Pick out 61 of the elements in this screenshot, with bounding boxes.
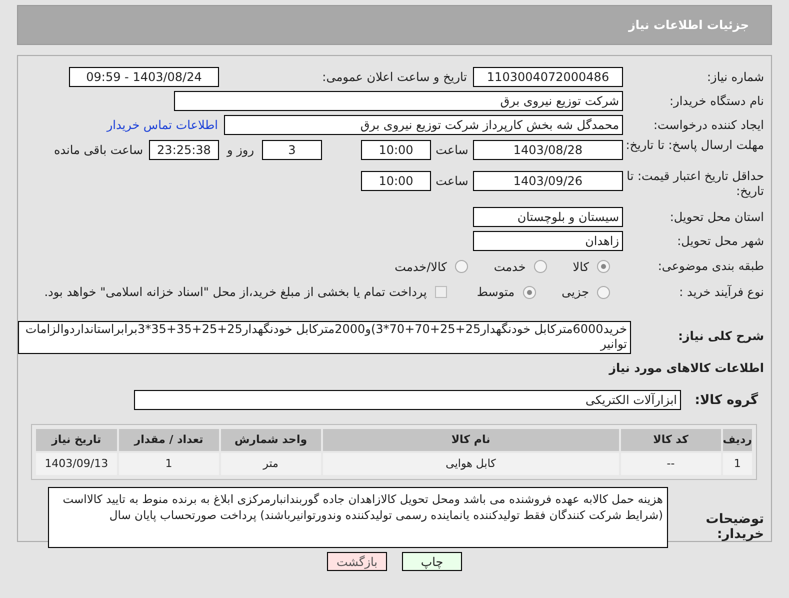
option-label: متوسط bbox=[476, 284, 515, 301]
section-heading: اطلاعات کالاهای مورد نیاز bbox=[609, 360, 764, 377]
description-textarea[interactable]: خرید6000متركابل خودنگهدار25+25+70+70*3)و2000متركابل خودنگهدار25+25+35+35*3برابراستانداردوالزامات توانیر bbox=[18, 321, 631, 354]
text-field[interactable]: 1403/09/26 bbox=[473, 171, 623, 191]
table-cell: 1 bbox=[722, 453, 752, 475]
text-field[interactable]: محمدگل شه بخش کارپرداز شرکت توزیع نیروی برق bbox=[224, 115, 623, 135]
text-field[interactable]: 1103004072000486 bbox=[473, 67, 623, 87]
page-title: جزئیات اطلاعات نیاز bbox=[628, 17, 749, 34]
column-header: تاریخ نیاز bbox=[36, 429, 117, 451]
contact-link[interactable]: اطلاعات تماس خریدار bbox=[106, 116, 218, 134]
column-header: ردیف bbox=[722, 429, 752, 451]
radio-button[interactable] bbox=[597, 286, 610, 298]
table-cell: 1 bbox=[118, 453, 219, 475]
field-label: تاریخ و ساعت اعلان عمومی: bbox=[321, 70, 468, 84]
field-label: نام دستگاه خریدار: bbox=[668, 94, 764, 108]
field-label: استان محل تحویل: bbox=[668, 210, 764, 224]
text-field[interactable]: ابزارآلات الکتریکی bbox=[134, 390, 681, 410]
column-header: تعداد / مقدار bbox=[118, 429, 219, 451]
field-label: شماره نیاز: bbox=[706, 70, 764, 84]
field-label: ایجاد کننده درخواست: bbox=[652, 118, 764, 132]
field-text: پرداخت تمام یا بخشی از مبلغ خرید،از محل "اسناد خزانه اسلامی" خواهد بود. bbox=[44, 284, 427, 301]
text-field[interactable]: 10:00 bbox=[361, 171, 431, 191]
radio-button[interactable] bbox=[597, 260, 610, 273]
option-label: خدمت bbox=[494, 258, 526, 276]
field-label: گروه کالا: bbox=[694, 392, 759, 408]
field-text: ساعت bbox=[434, 173, 470, 190]
column-header: کد کالا bbox=[620, 429, 721, 451]
print-button[interactable]: چاپ bbox=[402, 552, 462, 571]
text-field[interactable]: 23:25:38 bbox=[149, 140, 219, 160]
field-label: شرح کلی نیاز: bbox=[677, 328, 764, 344]
column-header: واحد شمارش bbox=[220, 429, 321, 451]
table-cell: 1403/09/13 bbox=[36, 453, 117, 475]
field-label: توضیحات خریدار: bbox=[704, 511, 764, 542]
option-label: کالا bbox=[572, 258, 589, 276]
table-cell: کابل هوایی bbox=[322, 453, 619, 475]
text-field[interactable]: 10:00 bbox=[361, 140, 431, 160]
option-label: جزیی bbox=[562, 284, 589, 301]
text-field[interactable]: 3 bbox=[262, 140, 322, 160]
field-label: مهلت ارسال پاسخ: تا تاریخ: bbox=[624, 138, 764, 153]
radio-button[interactable] bbox=[534, 260, 547, 273]
table-cell: متر bbox=[220, 453, 321, 475]
text-field[interactable]: 1403/08/28 bbox=[473, 140, 623, 160]
text-field[interactable]: زاهدان bbox=[473, 231, 623, 251]
field-label: نوع فرآیند خرید : bbox=[678, 284, 764, 300]
field-text: روز و bbox=[226, 142, 255, 159]
radio-button[interactable] bbox=[522, 286, 536, 298]
checkbox[interactable] bbox=[434, 286, 447, 298]
field-text: ساعت باقی مانده bbox=[54, 142, 143, 159]
text-field[interactable]: 1403/08/24 - 09:59 bbox=[69, 67, 219, 87]
radio-button[interactable] bbox=[454, 260, 468, 273]
field-label: حداقل تاریخ اعتبار قیمت: تا تاریخ: bbox=[626, 169, 764, 199]
option-label: کالا/خدمت bbox=[394, 258, 447, 276]
notes-textarea[interactable]: هزینه حمل کالابه عهده فروشنده می باشد ومحل تحویل کالازاهدان جاده گوربندانبارمرکزی ابلاغ به برنده منوط به تایید کالااست (شرایط شرکت کنندگان فقط تولیدکننده یانماینده رسمی تولیدکننده وندورتوانیرباشند) پرداخت صورتحساب پایان سال bbox=[48, 487, 668, 548]
field-label: طبقه بندی موضوعی: bbox=[656, 259, 764, 274]
table-cell: -- bbox=[620, 453, 721, 475]
field-text: ساعت bbox=[434, 142, 470, 159]
text-field[interactable]: شرکت توزیع نیروی برق bbox=[174, 91, 623, 111]
column-header: نام کالا bbox=[322, 429, 619, 451]
text-field[interactable]: سیستان و بلوچستان bbox=[473, 207, 623, 227]
back-button[interactable]: بازگشت bbox=[327, 552, 387, 571]
field-label: شهر محل تحویل: bbox=[676, 234, 764, 248]
